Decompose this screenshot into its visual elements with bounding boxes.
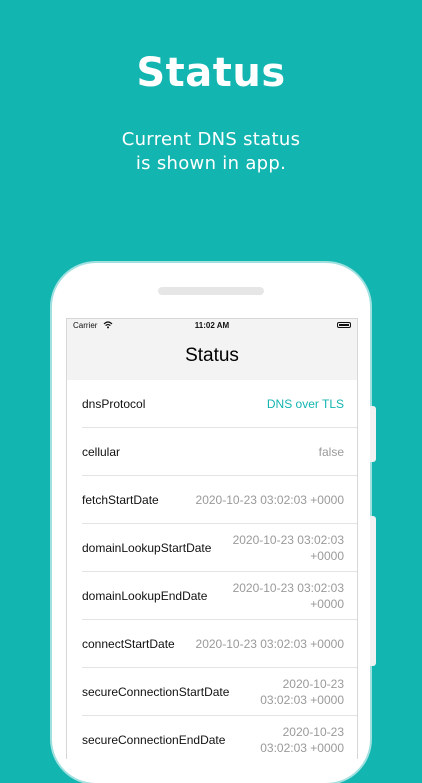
phone-side-button-top <box>370 406 376 462</box>
row-value: 2020-10-23 03:02:03 +0000 <box>195 492 344 507</box>
row-value-line1: 2020-10-23 03:02:03 <box>232 580 344 595</box>
row-value: 2020-10-23 03:02:03 +0000 <box>195 636 344 651</box>
row-value-line2: +0000 <box>310 548 344 563</box>
row-key: domainLookupStartDate <box>82 540 212 555</box>
list-item[interactable]: secureConnectionEndDate 2020-10-23 03:02… <box>82 716 357 759</box>
promo-subtitle: Current DNS status is shown in app. <box>0 128 422 176</box>
row-key: cellular <box>82 444 121 459</box>
row-value-line2: 03:02:03 +0000 <box>260 740 344 755</box>
list-item[interactable]: cellular false <box>82 428 357 476</box>
row-key: domainLookupEndDate <box>82 588 208 603</box>
row-key: secureConnectionStartDate <box>82 684 230 699</box>
promo-subtitle-line1: Current DNS status <box>121 129 301 150</box>
list-item[interactable]: fetchStartDate 2020-10-23 03:02:03 +0000 <box>82 476 357 524</box>
list-item[interactable]: dnsProtocol DNS over TLS <box>82 380 357 428</box>
row-key: connectStartDate <box>82 636 175 651</box>
status-list: dnsProtocol DNS over TLS cellular false … <box>67 380 357 759</box>
row-value-line1: 2020-10-23 03:02:03 <box>232 532 344 547</box>
app-screen: Carrier 11:02 AM Status dnsProtocol DNS … <box>66 318 358 759</box>
row-value-line2: 03:02:03 +0000 <box>260 692 344 707</box>
list-item[interactable]: secureConnectionStartDate 2020-10-23 03:… <box>82 668 357 716</box>
row-key: fetchStartDate <box>82 492 159 507</box>
phone-side-button-bottom <box>370 516 376 666</box>
list-item[interactable]: connectStartDate 2020-10-23 03:02:03 +00… <box>82 620 357 668</box>
battery-icon <box>337 322 351 328</box>
screen-title: Status <box>185 345 239 366</box>
promo-title: Status <box>136 50 286 96</box>
status-bar: Carrier 11:02 AM <box>67 319 357 333</box>
row-key: secureConnectionEndDate <box>82 732 226 747</box>
row-value: 2020-10-23 03:02:03 +0000 <box>260 724 344 756</box>
row-value-line1: 2020-10-23 <box>282 724 344 739</box>
row-value-line1: 2020-10-23 <box>282 676 344 691</box>
row-value: 2020-10-23 03:02:03 +0000 <box>233 532 344 564</box>
row-value: false <box>318 444 344 459</box>
row-value: DNS over TLS <box>266 396 344 411</box>
row-key: dnsProtocol <box>82 396 146 411</box>
row-value-line2: +0000 <box>310 596 344 611</box>
list-item[interactable]: domainLookupEndDate 2020-10-23 03:02:03 … <box>82 572 357 620</box>
row-value: 2020-10-23 03:02:03 +0000 <box>233 580 344 612</box>
row-value: 2020-10-23 03:02:03 +0000 <box>260 676 344 708</box>
status-time: 11:02 AM <box>194 321 230 330</box>
promo-subtitle-line2: is shown in app. <box>135 153 287 174</box>
phone-speaker <box>158 287 264 295</box>
list-item[interactable]: domainLookupStartDate 2020-10-23 03:02:0… <box>82 524 357 572</box>
